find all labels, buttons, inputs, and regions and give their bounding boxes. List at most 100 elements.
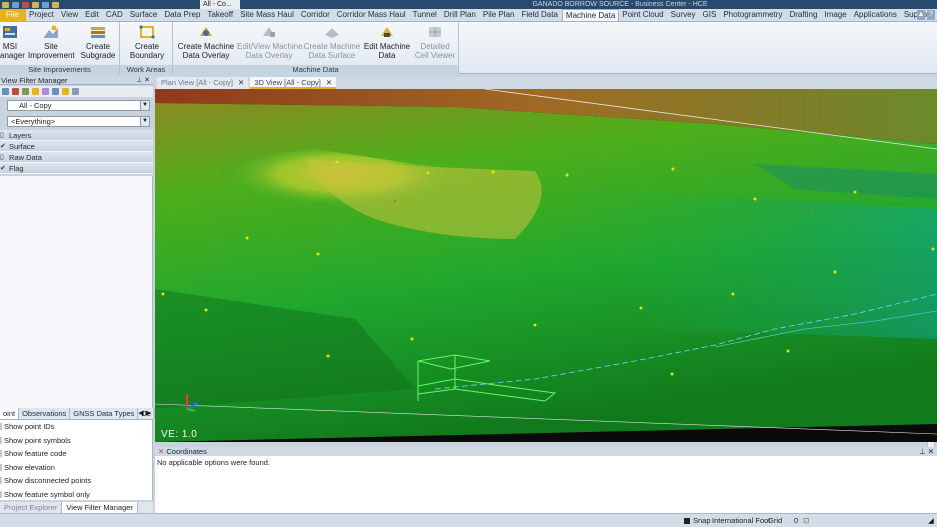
- grid-label[interactable]: Grid: [768, 514, 782, 527]
- ribbon-tab-takeoff[interactable]: Takeoff: [204, 9, 237, 21]
- layer-row[interactable]: ▯ Layers: [0, 130, 153, 141]
- ribbon-tab-site-mass-haul[interactable]: Site Mass Haul: [237, 9, 298, 21]
- snap-toggle[interactable]: Snap: [684, 514, 711, 527]
- close-tab-icon[interactable]: ✕: [326, 78, 332, 87]
- close-project-icon[interactable]: [22, 1, 29, 8]
- everything-select[interactable]: <Everything> ▼: [7, 116, 150, 127]
- checkbox-icon[interactable]: ▯: [0, 132, 4, 139]
- new-filter-icon[interactable]: [2, 88, 9, 95]
- chevron-down-icon[interactable]: ▼: [140, 101, 149, 110]
- ribbon-tab-data-prep[interactable]: Data Prep: [161, 9, 204, 21]
- ribbon-tab-cad[interactable]: CAD: [103, 9, 127, 21]
- ribbon-tab-corridor[interactable]: Corridor: [298, 9, 334, 21]
- create-subgrade-button[interactable]: Create Subgrade: [80, 24, 116, 60]
- filter-select[interactable]: All - Copy ▼: [7, 100, 150, 111]
- ribbon-tab-point-cloud[interactable]: Point Cloud: [619, 9, 667, 21]
- ribbon-tab-machine-data[interactable]: Machine Data: [561, 9, 620, 21]
- collapse-ribbon-icon[interactable]: ▲: [917, 10, 925, 20]
- layer-row[interactable]: ✔ Flag: [0, 163, 153, 174]
- ribbon-tab-photogrammetry[interactable]: Photogrammetry: [720, 9, 786, 21]
- close-panel-icon[interactable]: ✕: [928, 447, 934, 456]
- checkbox-icon[interactable]: ▯: [0, 154, 4, 161]
- checkbox-checked-icon[interactable]: ✔: [0, 165, 6, 172]
- layer-label: Surface: [9, 142, 35, 151]
- ribbon-tab-survey[interactable]: Survey: [668, 9, 700, 21]
- layer-icon[interactable]: [32, 88, 39, 95]
- display-option[interactable]: Show point symbols: [0, 434, 152, 448]
- redo-icon[interactable]: [42, 1, 49, 8]
- ribbon-tab-corridor-mass-haul[interactable]: Corridor Mass Haul: [334, 9, 410, 21]
- ribbon-tab-gis[interactable]: GIS: [700, 9, 721, 21]
- create-machine-data-surface-button[interactable]: Create Machine Data Surface: [303, 24, 361, 60]
- undo-icon[interactable]: [32, 1, 39, 8]
- document-tab[interactable]: Plan View [All - Copy] ✕: [157, 77, 249, 89]
- create-subgrade-label: Create Subgrade: [80, 42, 116, 60]
- coordinates-header: ✕ Coordinates ⊥ ✕: [155, 447, 937, 456]
- snap-icon: [684, 518, 690, 524]
- help-icon[interactable]: ?: [927, 10, 935, 20]
- create-machine-data-overlay-button[interactable]: Create Machine Data Overlay: [177, 24, 235, 60]
- view-filter-combo[interactable]: All - Co...: [200, 0, 240, 9]
- layer-list-area: [0, 176, 153, 408]
- group-work-areas: Create Boundary Work Areas: [120, 22, 173, 74]
- ribbon-tab-pile-plan[interactable]: Pile Plan: [480, 9, 519, 21]
- create-machine-data-surface-label: Create Machine Data Surface: [303, 42, 361, 60]
- ribbon-tab-view[interactable]: View: [58, 9, 82, 21]
- create-boundary-button[interactable]: Create Boundary: [126, 24, 168, 60]
- options-tab[interactable]: Observations: [19, 408, 71, 419]
- ribbon-tab-edit[interactable]: Edit: [82, 9, 103, 21]
- dock-tab[interactable]: View Filter Manager: [62, 502, 138, 513]
- ribbon-tab-surface[interactable]: Surface: [127, 9, 162, 21]
- group-caption-site-improvements: Site Improvements: [0, 65, 119, 74]
- layer-row[interactable]: ▯ Raw Data: [0, 152, 153, 163]
- msi-manager-button[interactable]: MSI anager: [0, 24, 25, 60]
- options-tab[interactable]: GNSS Data Types: [70, 408, 139, 419]
- copy-icon[interactable]: [52, 88, 59, 95]
- ribbon-tab-drill-plan[interactable]: Drill Plan: [441, 9, 480, 21]
- display-option[interactable]: Show disconnected points: [0, 474, 152, 488]
- svg-text:N: N: [194, 403, 198, 409]
- settings-icon[interactable]: [72, 88, 79, 95]
- close-tab-icon[interactable]: ✕: [238, 78, 244, 87]
- save-icon[interactable]: [12, 1, 19, 8]
- lock-icon[interactable]: ⊡: [803, 514, 809, 527]
- display-options-list: Show point IDs Show point symbols Show fea…: [0, 420, 153, 500]
- open-icon[interactable]: [2, 1, 9, 8]
- pin-icon[interactable]: ⊥: [136, 77, 142, 84]
- display-option[interactable]: Show elevation: [0, 461, 152, 475]
- display-option[interactable]: Show point IDs: [0, 420, 152, 434]
- display-option[interactable]: Show feature symbol only: [0, 488, 152, 502]
- ribbon-tab-file[interactable]: File: [0, 9, 26, 21]
- pin-icon[interactable]: ⊥: [919, 447, 926, 456]
- layer-row[interactable]: ✔ Surface: [0, 141, 153, 152]
- 3d-view[interactable]: N VE: 1.0: [155, 89, 937, 442]
- options-tab[interactable]: oint: [0, 408, 20, 419]
- units-label[interactable]: International Foot: [712, 514, 770, 527]
- display-option[interactable]: Show feature code: [0, 447, 152, 461]
- properties-icon[interactable]: [62, 88, 69, 95]
- site-improvement-label: Site Improvement: [28, 42, 75, 60]
- ribbon-tab-project[interactable]: Project: [26, 9, 58, 21]
- detailed-cell-viewer-button[interactable]: Detailed Cell Viewer: [413, 24, 457, 60]
- document-tab[interactable]: 3D View [All - Copy] ✕: [250, 77, 337, 89]
- dock-tab[interactable]: Project Explorer: [0, 502, 63, 513]
- create-boundary-label: Create Boundary: [129, 42, 165, 60]
- select-icon[interactable]: [52, 1, 59, 8]
- color-icon[interactable]: [42, 88, 49, 95]
- ribbon-tab-drafting[interactable]: Drafting: [786, 9, 821, 21]
- ribbon-tab-tunnel[interactable]: Tunnel: [410, 9, 441, 21]
- edit-machine-data-button[interactable]: Edit Machine Data: [363, 24, 411, 60]
- delete-filter-icon[interactable]: [12, 88, 19, 95]
- tab-scroll-arrows[interactable]: ◀ ▶: [138, 408, 151, 419]
- msi-manager-label: MSI anager: [0, 42, 25, 60]
- refresh-icon[interactable]: [22, 88, 29, 95]
- terrain-render: N: [155, 89, 937, 442]
- chevron-down-icon[interactable]: ▼: [140, 117, 149, 126]
- edit-view-machine-data-overlay-button[interactable]: Edit/View Machine Data Overlay: [237, 24, 303, 60]
- site-improvement-button[interactable]: Site Improvement: [28, 24, 75, 60]
- ribbon-tab-field-data[interactable]: Field Data: [518, 9, 561, 21]
- ribbon-tab-image[interactable]: Image: [821, 9, 850, 21]
- close-panel-icon[interactable]: ✕: [144, 77, 150, 84]
- ribbon-tab-applications[interactable]: Applications: [851, 9, 901, 21]
- checkbox-checked-icon[interactable]: ✔: [0, 143, 6, 150]
